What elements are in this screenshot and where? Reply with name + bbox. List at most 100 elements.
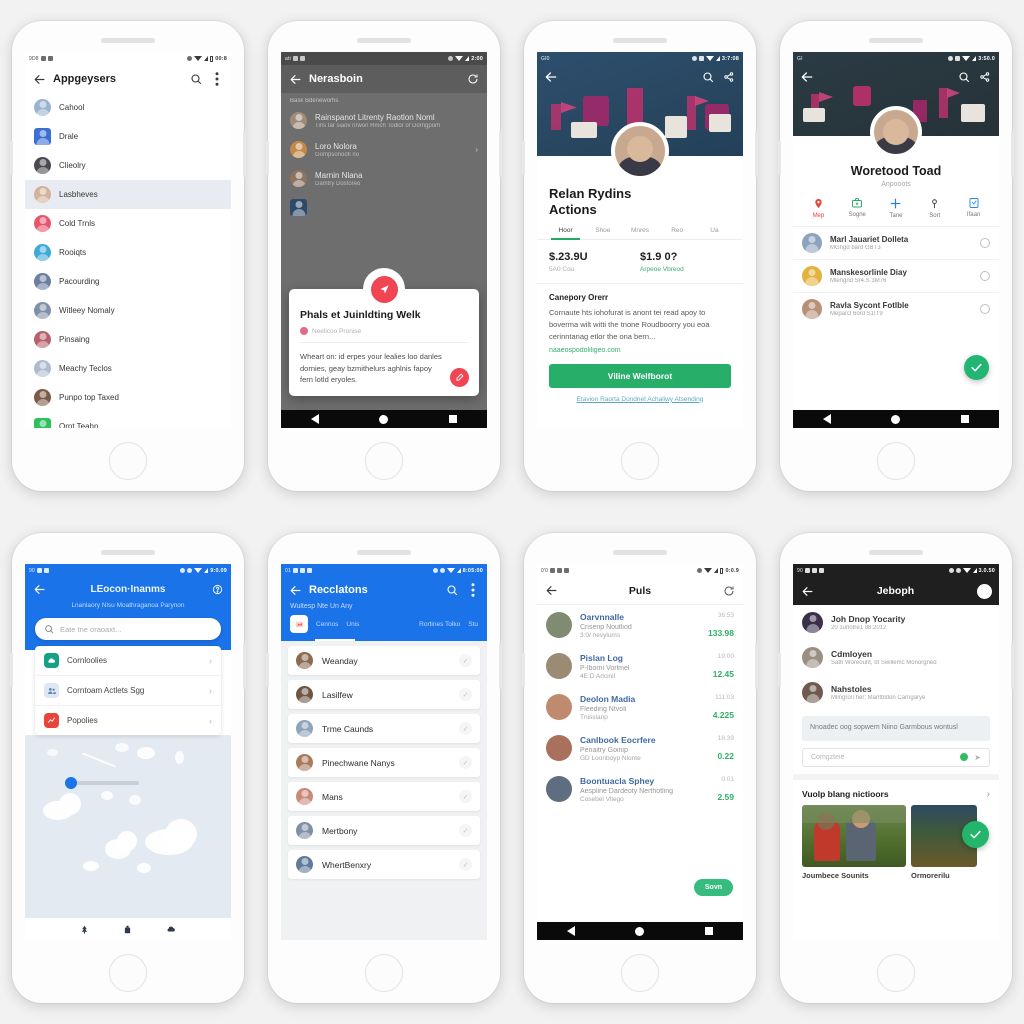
tab-0[interactable]: Cennos [316, 621, 338, 628]
list-item[interactable]: Marnin Nlana Damtry Dostoreo [281, 164, 487, 193]
back-arrow-icon[interactable] [32, 583, 46, 597]
media-card[interactable]: Ormorerilu [911, 804, 989, 880]
list-item[interactable]: Mertbony ✓ [288, 816, 480, 845]
home-nav-icon[interactable] [891, 414, 901, 424]
profile-avatar[interactable] [870, 106, 922, 158]
follow-checkbox[interactable]: ✓ [459, 722, 472, 735]
tab-2[interactable]: Rortines Tolko [419, 621, 460, 628]
tab-strip[interactable]: Cennos Unis Rortines Tolko Stu [281, 615, 487, 633]
follow-checkbox[interactable]: ✓ [459, 858, 472, 871]
recommendations-list[interactable]: Weanday ✓ Lasilfew ✓ Trme Caunds ✓ Pinechwa… [281, 641, 487, 940]
tab-2[interactable]: Mnres [621, 227, 658, 239]
action-ideas[interactable]: Ifaan [954, 197, 993, 219]
list-item[interactable]: Clieolry [25, 151, 231, 180]
home-button[interactable] [621, 442, 659, 480]
volume-button[interactable] [266, 653, 269, 687]
list-item[interactable]: Cahool [25, 93, 231, 122]
back-arrow-icon[interactable] [32, 72, 46, 86]
list-item[interactable]: Witleey Nomaly [25, 296, 231, 325]
table-row[interactable]: Oarvnnalle Cnsenp Noutliod 3:0/ nevylums… [537, 605, 743, 646]
list-item[interactable]: Mans ✓ [288, 782, 480, 811]
action-strip[interactable]: Mep Sogne Tane Sort Ifaan [793, 188, 999, 227]
search-icon[interactable] [701, 70, 715, 84]
send-icon[interactable]: ➤ [974, 753, 981, 762]
table-row[interactable]: Canlbook Eocrfere Penaitry Goinip GD Loo… [537, 728, 743, 769]
volume-button[interactable] [522, 141, 525, 175]
chevron-right-icon[interactable]: › [987, 789, 990, 800]
volume-button[interactable] [266, 141, 269, 175]
table-row[interactable]: Deolon Madia Fleeding Ntvoli Tnisslanp 1… [537, 687, 743, 728]
shortcut-card-list[interactable]: Cornloolies › Corntoam Actlets Sgg › Pop… [35, 646, 221, 735]
slider-knob[interactable] [65, 777, 77, 789]
list-item[interactable]: Pacourding [25, 267, 231, 296]
follow-checkbox[interactable]: ✓ [459, 824, 472, 837]
volume-button[interactable] [10, 653, 13, 687]
power-button[interactable] [499, 131, 502, 177]
back-arrow-icon[interactable] [544, 70, 558, 84]
power-button[interactable] [755, 131, 758, 177]
list-item[interactable]: Manskesorlinle Diay Mlengnd Sr4.S 3M76 [793, 260, 999, 293]
power-button[interactable] [499, 643, 502, 689]
back-arrow-icon[interactable] [288, 72, 302, 86]
home-button[interactable] [365, 954, 403, 992]
home-button[interactable] [365, 442, 403, 480]
list-item[interactable] [281, 193, 487, 222]
search-icon[interactable] [445, 583, 459, 597]
tab-1[interactable]: Shoe [584, 227, 621, 239]
volume-button[interactable] [778, 141, 781, 175]
tree-icon[interactable] [80, 924, 89, 935]
card-row-0[interactable]: Cornloolies › [35, 646, 221, 676]
cloud-icon[interactable] [166, 924, 176, 934]
follow-checkbox[interactable]: ✓ [459, 756, 472, 769]
list-item[interactable]: Cold Trnls [25, 209, 231, 238]
search-input[interactable]: Eate tne oraoaxt... [35, 618, 221, 640]
android-navigation-bar[interactable] [281, 410, 487, 428]
send-payment-button[interactable]: Sovn [693, 879, 733, 896]
share-icon[interactable] [978, 70, 992, 84]
list-item[interactable]: Pinechwane Nanys ✓ [288, 748, 480, 777]
table-row[interactable]: Pislan Log P-lborni Vorlmel 4E:D Arlcini… [537, 646, 743, 687]
share-icon[interactable] [722, 70, 736, 84]
slider-track[interactable] [73, 781, 139, 785]
back-arrow-icon[interactable] [288, 583, 302, 597]
list-item[interactable]: Cdmloyen Sath Woreount, bt Swillemc Mono… [793, 640, 999, 675]
power-button[interactable] [1011, 643, 1014, 689]
section-header[interactable]: Vuolp blang nictioors › [793, 773, 999, 805]
comment-input[interactable]: Comgzteie ➤ [802, 747, 990, 767]
chevron-right-icon[interactable]: › [209, 716, 212, 726]
home-button[interactable] [877, 442, 915, 480]
primary-cta-button[interactable]: Viline Welfborot [549, 363, 731, 388]
recents-nav-icon[interactable] [448, 415, 457, 423]
contacts-list[interactable]: Cahool Drale Clieolry Lasbheves Cold Trn… [25, 93, 231, 428]
chevron-right-icon[interactable]: › [209, 656, 212, 666]
building-icon[interactable] [123, 924, 132, 935]
back-nav-icon[interactable] [311, 414, 320, 424]
table-row[interactable]: Boontuacla Sphey Aespline Dardeoty Nerth… [537, 769, 743, 810]
tab-1[interactable]: Unis [346, 621, 359, 628]
home-button[interactable] [109, 442, 147, 480]
list-item[interactable]: WhertBenxry ✓ [288, 850, 480, 879]
power-button[interactable] [243, 131, 246, 177]
action-add[interactable]: Tane [877, 197, 916, 219]
edit-icon[interactable] [450, 367, 469, 387]
back-arrow-icon[interactable] [800, 584, 814, 598]
follow-checkbox[interactable]: ✓ [459, 654, 472, 667]
help-icon[interactable] [210, 583, 224, 597]
volume-button[interactable] [522, 653, 525, 687]
modal-dialog[interactable]: Phals et Juinldting Welk Neelicoo Pronis… [289, 268, 479, 396]
list-item[interactable]: Rainspanot Litrenty Raotlon Noml Tins ta… [281, 106, 487, 135]
list-item[interactable]: Ornt Teahn [25, 412, 231, 428]
action-save[interactable]: Sogne [838, 197, 877, 219]
overflow-menu-icon[interactable] [466, 583, 480, 597]
list-item[interactable]: Pinsaing [25, 325, 231, 354]
recents-nav-icon[interactable] [960, 415, 969, 423]
tab-3[interactable]: Stu [468, 621, 478, 628]
overflow-menu-icon[interactable] [210, 72, 224, 86]
list-item[interactable]: Joh Dnop Yocarity 20 1unotre1 08:2012 [793, 605, 999, 640]
action-sort[interactable]: Sort [915, 197, 954, 219]
back-arrow-icon[interactable] [800, 70, 814, 84]
home-button[interactable] [109, 954, 147, 992]
list-item[interactable]: Trme Caunds ✓ [288, 714, 480, 743]
home-nav-icon[interactable] [635, 926, 645, 936]
add-circle-icon[interactable] [980, 271, 990, 281]
